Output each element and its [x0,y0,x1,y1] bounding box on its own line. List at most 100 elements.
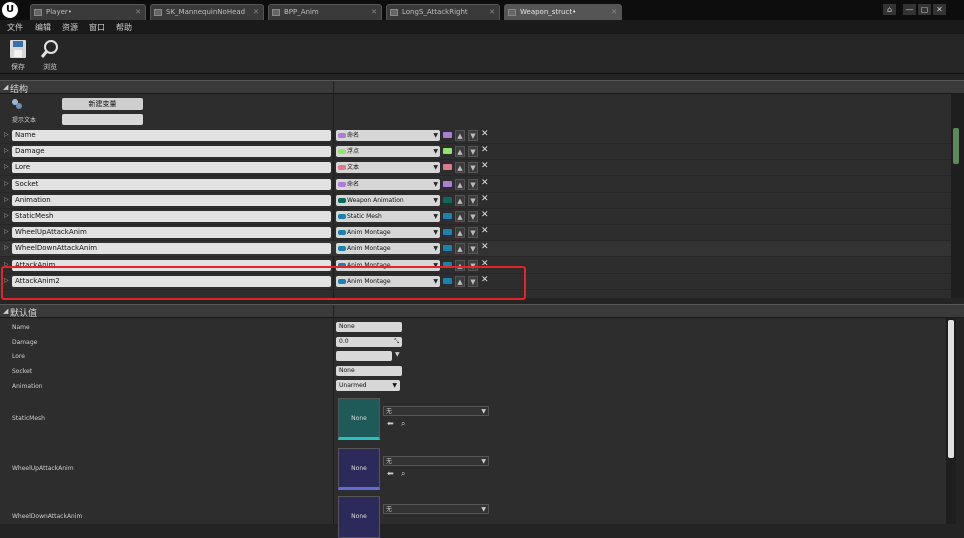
structure-section-header[interactable]: ◢ 结构 [0,80,964,95]
expand-arrow-icon[interactable]: ▷ [4,244,9,251]
close-tab-icon[interactable]: ✕ [489,5,495,20]
move-down-button[interactable]: ▼ [468,194,478,206]
move-up-button[interactable]: ▲ [455,146,465,158]
maximize-button[interactable]: ▢ [918,4,931,15]
delete-variable-icon[interactable]: ✕ [481,210,489,220]
move-down-button[interactable]: ▼ [468,130,478,141]
variable-name-input[interactable]: Damage [12,146,331,158]
use-selected-arrow-icon[interactable]: ⬅ [387,419,394,428]
variable-type-select[interactable]: Weapon Animation ▼ [336,194,440,206]
tab-bpp-anim[interactable]: BPP_Anim ✕ [268,4,382,20]
move-down-button[interactable]: ▼ [468,227,478,239]
variable-name-input[interactable]: WheelDownAttackAnim [12,243,331,255]
tab-player[interactable]: Player• ✕ [30,4,146,20]
container-type-icon[interactable] [443,132,452,138]
name-value-input[interactable]: None [336,322,402,332]
browse-search-icon[interactable]: ⌕ [401,469,405,479]
defaults-scrollbar[interactable] [946,318,956,524]
close-window-button[interactable]: ✕ [933,4,946,15]
container-type-icon[interactable] [443,148,452,155]
move-down-button[interactable]: ▼ [468,162,478,174]
variable-type-select[interactable]: 文本 ▼ [336,162,440,174]
animation-value-select[interactable]: Unarmed ▼ [336,380,400,391]
menu-asset[interactable]: 资源 [62,22,78,33]
scrollbar-thumb[interactable] [948,320,954,458]
container-type-icon[interactable] [443,196,452,203]
minimize-button[interactable]: — [903,4,916,15]
delete-variable-icon[interactable]: ✕ [481,194,489,204]
close-tab-icon[interactable]: ✕ [611,5,617,20]
delete-variable-icon[interactable]: ✕ [481,161,489,171]
move-down-button[interactable]: ▼ [468,178,478,190]
variable-type-select[interactable]: Anim Montage ▼ [336,243,440,255]
container-type-icon[interactable] [443,180,452,187]
container-type-icon[interactable] [443,245,452,252]
variable-type-select[interactable]: 浮点 ▼ [336,146,440,158]
variable-name-input[interactable]: Socket [12,178,331,190]
wheeldown-thumbnail[interactable]: None [338,496,380,538]
variable-name-input[interactable]: StaticMesh [12,211,331,222]
move-up-button[interactable]: ▲ [455,211,465,222]
menu-help[interactable]: 帮助 [116,22,132,33]
new-variable-button[interactable]: 新建变量 [62,98,143,110]
delete-variable-icon[interactable]: ✕ [481,226,489,236]
move-up-button[interactable]: ▲ [455,130,465,141]
wheelup-thumbnail[interactable]: None [338,448,380,490]
lore-value-input[interactable] [336,351,392,361]
expand-arrow-icon[interactable]: ▷ [4,196,9,203]
tab-longs-attackright[interactable]: LongS_AttackRight ✕ [386,4,500,20]
scrollbar-thumb[interactable] [953,128,959,164]
defaults-section-header[interactable]: ◢ 默认值 [0,304,964,319]
move-up-button[interactable]: ▲ [455,162,465,174]
expand-arrow-icon[interactable]: ▷ [4,147,9,154]
move-down-button[interactable]: ▼ [468,243,478,255]
delete-variable-icon[interactable]: ✕ [481,145,489,155]
browse-button[interactable]: 浏览 [35,37,65,73]
chevron-down-icon[interactable]: ▼ [395,351,400,358]
move-up-button[interactable]: ▲ [455,194,465,206]
expand-arrow-icon[interactable]: ▷ [4,131,9,138]
variable-type-select[interactable]: 命名 ▼ [336,178,440,190]
tab-sk-mannequin[interactable]: SK_MannequinNoHead ✕ [150,4,264,20]
use-selected-arrow-icon[interactable]: ⬅ [387,469,394,478]
move-down-button[interactable]: ▼ [468,146,478,158]
close-tab-icon[interactable]: ✕ [253,5,259,20]
variable-name-input[interactable]: WheelUpAttackAnim [12,227,331,239]
save-button[interactable]: 保存 [3,37,33,73]
expand-arrow-icon[interactable]: ▷ [4,228,9,235]
close-tab-icon[interactable]: ✕ [135,5,141,20]
hat-icon[interactable]: ⌂ [883,4,896,15]
variable-type-select[interactable]: 命名 ▼ [336,130,440,141]
socket-value-input[interactable]: None [336,366,402,376]
staticmesh-asset-picker[interactable]: 无 ▼ [383,406,489,416]
container-type-icon[interactable] [443,164,452,171]
move-down-button[interactable]: ▼ [468,211,478,222]
structure-scrollbar[interactable] [951,94,964,298]
move-up-button[interactable]: ▲ [455,243,465,255]
expand-arrow-icon[interactable]: ▷ [4,212,9,219]
variable-name-input[interactable]: Animation [12,194,331,206]
wheelup-asset-picker[interactable]: 无 ▼ [383,456,489,466]
expand-arrow-icon[interactable]: ▷ [4,163,9,170]
staticmesh-thumbnail[interactable]: None [338,398,380,440]
delete-variable-icon[interactable]: ✕ [481,129,489,139]
container-type-icon[interactable] [443,213,452,219]
container-type-icon[interactable] [443,229,452,236]
tab-weapon-struct[interactable]: Weapon_struct• ✕ [504,4,622,20]
variable-type-select[interactable]: Anim Montage ▼ [336,227,440,239]
delete-variable-icon[interactable]: ✕ [481,178,489,188]
variable-name-input[interactable]: Name [12,130,331,141]
menu-file[interactable]: 文件 [7,22,23,33]
variable-name-input[interactable]: Lore [12,162,331,174]
menu-edit[interactable]: 编辑 [35,22,51,33]
tooltip-input[interactable] [62,114,143,125]
browse-search-icon[interactable]: ⌕ [401,419,405,429]
wheeldown-asset-picker[interactable]: 无 ▼ [383,504,489,514]
variable-type-select[interactable]: Static Mesh ▼ [336,211,440,222]
expand-arrow-icon[interactable]: ▷ [4,180,9,187]
move-up-button[interactable]: ▲ [455,178,465,190]
damage-value-input[interactable]: 0.0 ⤡ [336,337,402,347]
close-tab-icon[interactable]: ✕ [371,5,377,20]
move-up-button[interactable]: ▲ [455,227,465,239]
menu-window[interactable]: 窗口 [89,22,105,33]
